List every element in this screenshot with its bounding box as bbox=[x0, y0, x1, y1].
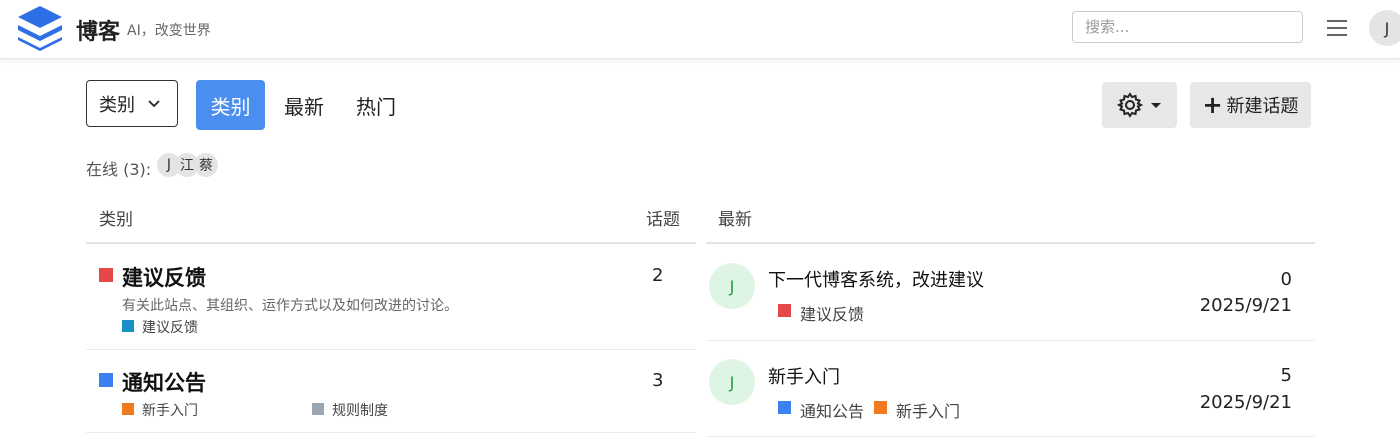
latest-column-header: 最新 bbox=[718, 210, 752, 230]
online-user-avatar[interactable]: 蔡 bbox=[194, 153, 218, 177]
topic-date: 2025/9/21 bbox=[1199, 295, 1292, 316]
topic-title[interactable]: 下一代博客系统，改进建议 bbox=[768, 266, 984, 292]
category-topic-count: 3 bbox=[652, 370, 664, 391]
hamburger-icon[interactable] bbox=[1325, 16, 1349, 40]
row-divider bbox=[706, 436, 1315, 437]
row-divider bbox=[706, 340, 1315, 341]
user-avatar[interactable]: J bbox=[1369, 10, 1400, 46]
top-header: 博客 AI，改变世界 J bbox=[0, 0, 1400, 59]
category-topic-count: 2 bbox=[652, 265, 664, 286]
category-name[interactable]: 通知公告 bbox=[122, 367, 206, 397]
logo-icon[interactable] bbox=[16, 4, 64, 52]
row-divider bbox=[86, 432, 696, 433]
tag-color-square bbox=[778, 401, 791, 414]
chevron-down-icon bbox=[148, 99, 160, 107]
tag-color-square bbox=[778, 304, 791, 317]
online-label: 在线 (3): bbox=[86, 160, 152, 179]
tab-hot[interactable]: 热门 bbox=[348, 80, 404, 130]
category-color-square bbox=[99, 268, 113, 282]
tab-latest[interactable]: 最新 bbox=[276, 80, 332, 130]
topic-author-avatar[interactable]: J bbox=[709, 263, 755, 309]
categories-column-header: 类别 bbox=[99, 210, 133, 230]
site-title[interactable]: 博客 bbox=[76, 14, 120, 46]
category-color-square bbox=[99, 373, 113, 387]
settings-dropdown-button[interactable] bbox=[1102, 82, 1177, 128]
tab-categories[interactable]: 类别 bbox=[196, 80, 265, 130]
subcategory-color-square bbox=[122, 403, 134, 415]
row-divider bbox=[86, 349, 696, 350]
category-description: 有关此站点、其组织、运作方式以及如何改进的讨论。 bbox=[122, 298, 458, 314]
subcategory-color-square bbox=[122, 320, 134, 332]
site-tagline: AI，改变世界 bbox=[127, 23, 211, 39]
subcategory-link[interactable]: 新手入门 bbox=[142, 400, 198, 420]
category-dropdown-label: 类别 bbox=[99, 94, 135, 116]
plus-icon: + bbox=[1202, 91, 1223, 119]
topics-column-header: 话题 bbox=[646, 210, 680, 230]
topic-date: 2025/9/21 bbox=[1199, 392, 1292, 413]
gear-icon bbox=[1116, 92, 1143, 118]
category-name[interactable]: 建议反馈 bbox=[122, 262, 206, 292]
search-input[interactable] bbox=[1072, 11, 1303, 43]
topic-category-tag[interactable]: 通知公告 bbox=[800, 398, 864, 422]
topic-category-tag[interactable]: 新手入门 bbox=[896, 398, 960, 422]
latest-header-divider bbox=[706, 242, 1315, 244]
new-topic-label: 新建话题 bbox=[1226, 96, 1299, 117]
topic-author-avatar[interactable]: J bbox=[709, 359, 755, 405]
tag-color-square bbox=[874, 401, 887, 414]
table-header-divider bbox=[86, 242, 696, 244]
caret-down-icon bbox=[1150, 103, 1161, 108]
subcategory-color-square bbox=[312, 403, 324, 415]
new-topic-button[interactable]: + 新建话题 bbox=[1190, 82, 1311, 128]
topic-title[interactable]: 新手入门 bbox=[768, 363, 840, 389]
topic-reply-count: 0 bbox=[1280, 269, 1292, 290]
subcategory-link[interactable]: 规则制度 bbox=[332, 400, 388, 420]
topic-reply-count: 5 bbox=[1280, 365, 1292, 386]
topic-category-tag[interactable]: 建议反馈 bbox=[800, 301, 864, 325]
subcategory-link[interactable]: 建议反馈 bbox=[142, 317, 198, 337]
category-dropdown[interactable]: 类别 bbox=[86, 80, 178, 127]
